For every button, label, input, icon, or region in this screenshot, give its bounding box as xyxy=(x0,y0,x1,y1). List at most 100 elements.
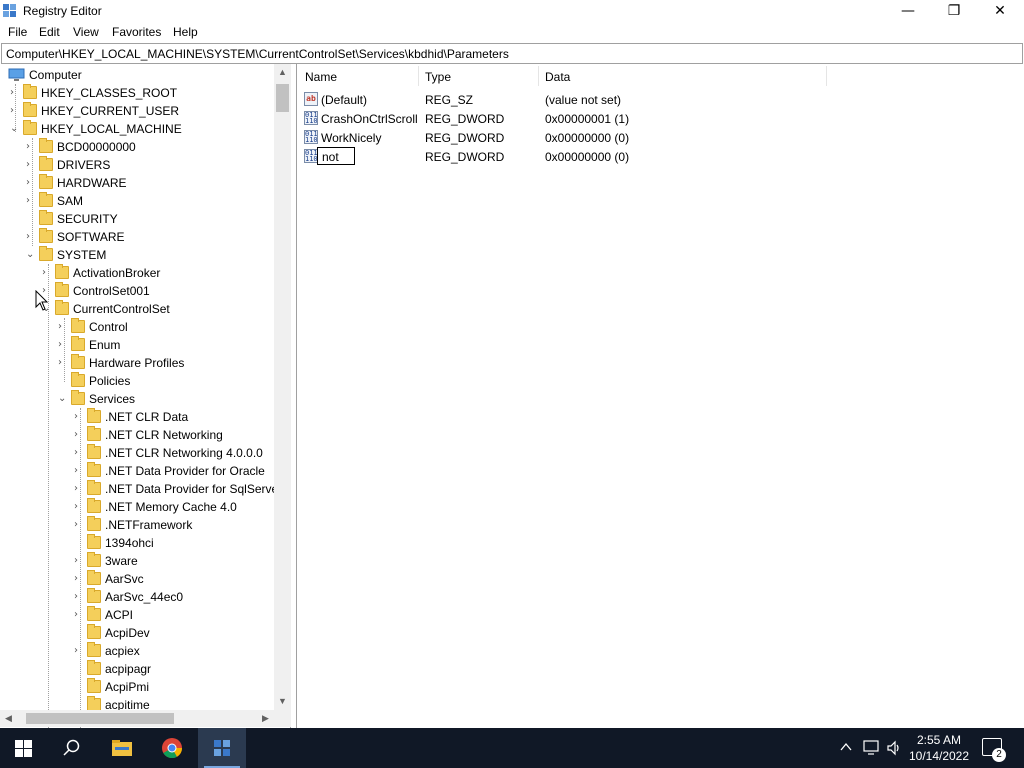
tree-item-service[interactable]: › .NET Memory Cache 4.0 xyxy=(74,498,274,516)
tree-item-service[interactable]: › .NET Data Provider for SqlServe xyxy=(74,480,278,498)
chevron-down-icon[interactable]: ⌄ xyxy=(10,123,20,135)
address-bar[interactable]: Computer\HKEY_LOCAL_MACHINE\SYSTEM\Curre… xyxy=(1,43,1023,64)
tree-item-service[interactable]: › acpiex xyxy=(74,642,274,660)
tree-item-bcd[interactable]: › BCD00000000 xyxy=(26,138,274,156)
tree-item-services[interactable]: ⌄ Services xyxy=(58,390,274,408)
column-header-data[interactable]: Data xyxy=(545,70,570,84)
tree-item-service[interactable]: › .NET Data Provider for Oracle xyxy=(74,462,274,480)
chevron-right-icon[interactable]: › xyxy=(74,609,84,621)
chevron-down-icon[interactable]: ⌄ xyxy=(58,393,68,405)
scroll-thumb[interactable] xyxy=(26,713,174,724)
tree-item-controlset001[interactable]: › ControlSet001 xyxy=(42,282,274,300)
value-row[interactable]: ab (Default) REG_SZ (value not set) xyxy=(297,90,1024,109)
scroll-down-icon[interactable]: ▼ xyxy=(274,693,291,710)
scroll-left-icon[interactable]: ◀ xyxy=(0,710,17,727)
tree-item-service[interactable]: › .NET CLR Networking xyxy=(74,426,274,444)
minimize-button[interactable]: — xyxy=(885,0,931,22)
rename-input[interactable]: not xyxy=(317,147,355,165)
value-row[interactable]: 011 110 CrashOnCtrlScroll REG_DWORD 0x000… xyxy=(297,109,1024,128)
chevron-right-icon[interactable]: › xyxy=(26,177,36,189)
chevron-right-icon[interactable]: › xyxy=(74,573,84,585)
volume-icon[interactable] xyxy=(886,740,902,756)
chevron-right-icon[interactable]: › xyxy=(58,357,68,369)
tree-item-activationbroker[interactable]: › ActivationBroker xyxy=(42,264,274,282)
tree-item-hkcr[interactable]: › HKEY_CLASSES_ROOT xyxy=(10,84,274,102)
chevron-right-icon[interactable]: › xyxy=(74,645,84,657)
menu-favorites[interactable]: Favorites xyxy=(112,25,161,39)
menu-view[interactable]: View xyxy=(73,25,99,39)
maximize-button[interactable]: ❐ xyxy=(931,0,977,22)
chevron-right-icon[interactable]: › xyxy=(26,141,36,153)
tree-item-service[interactable]: › AarSvc xyxy=(74,570,274,588)
chevron-right-icon[interactable]: › xyxy=(74,447,84,459)
chevron-right-icon[interactable]: › xyxy=(58,321,68,333)
tree-vertical-scrollbar[interactable]: ▲ ▼ xyxy=(274,64,291,710)
tree-item-computer[interactable]: Computer xyxy=(0,66,274,84)
file-explorer-taskbar-button[interactable] xyxy=(98,728,146,768)
chevron-right-icon[interactable]: › xyxy=(26,195,36,207)
chevron-right-icon[interactable]: › xyxy=(26,159,36,171)
chevron-right-icon[interactable]: › xyxy=(26,231,36,243)
tree-item-service[interactable]: › .NET CLR Data xyxy=(74,408,274,426)
chevron-right-icon[interactable]: › xyxy=(42,267,52,279)
tree-item-system[interactable]: ⌄ SYSTEM xyxy=(26,246,274,264)
chevron-right-icon[interactable]: › xyxy=(74,519,84,531)
column-divider[interactable] xyxy=(418,66,419,86)
scroll-up-icon[interactable]: ▲ xyxy=(274,64,291,81)
values-pane[interactable]: Name Type Data ab (Default) REG_SZ (valu… xyxy=(296,64,1024,728)
tree-item-service[interactable]: › ACPI xyxy=(74,606,274,624)
search-button[interactable] xyxy=(48,728,96,768)
scroll-thumb[interactable] xyxy=(276,84,289,112)
start-button[interactable] xyxy=(0,728,48,768)
chevron-up-icon[interactable] xyxy=(840,742,852,752)
column-header-type[interactable]: Type xyxy=(425,70,451,84)
menu-edit[interactable]: Edit xyxy=(39,25,60,39)
tree-item-control[interactable]: › Control xyxy=(58,318,274,336)
chevron-right-icon[interactable]: › xyxy=(74,429,84,441)
system-clock[interactable]: 2:55 AM 10/14/2022 xyxy=(908,732,970,764)
menu-help[interactable]: Help xyxy=(173,25,198,39)
tree-item-service[interactable]: AcpiPmi xyxy=(74,678,274,696)
tree-item-service[interactable]: › 3ware xyxy=(74,552,274,570)
tree-item-service[interactable]: 1394ohci xyxy=(74,534,274,552)
tree-item-service[interactable]: › .NET CLR Networking 4.0.0.0 xyxy=(74,444,274,462)
tree-item-policies[interactable]: Policies xyxy=(58,372,274,390)
chevron-right-icon[interactable]: › xyxy=(74,411,84,423)
scroll-right-icon[interactable]: ▶ xyxy=(257,710,274,727)
network-icon[interactable] xyxy=(862,740,880,756)
tree-item-drivers[interactable]: › DRIVERS xyxy=(26,156,274,174)
regedit-taskbar-button[interactable] xyxy=(198,728,246,768)
chevron-right-icon[interactable]: › xyxy=(10,87,20,99)
chevron-right-icon[interactable]: › xyxy=(74,483,84,495)
column-header-name[interactable]: Name xyxy=(305,70,337,84)
chevron-down-icon[interactable]: ⌄ xyxy=(26,249,36,261)
chevron-right-icon[interactable]: › xyxy=(74,501,84,513)
tree-item-service[interactable]: › AarSvc_44ec0 xyxy=(74,588,274,606)
chrome-taskbar-button[interactable] xyxy=(148,728,196,768)
tree-item-sam[interactable]: › SAM xyxy=(26,192,274,210)
value-row[interactable]: 011 110 not REG_DWORD 0x00000000 (0) xyxy=(297,147,1024,166)
tree-item-software[interactable]: › SOFTWARE xyxy=(26,228,274,246)
tree-item-hkcu[interactable]: › HKEY_CURRENT_USER xyxy=(10,102,274,120)
tree-pane[interactable]: Computer › HKEY_CLASSES_ROOT › HKEY_CURREN… xyxy=(0,64,291,728)
value-row[interactable]: 011 110 WorkNicely REG_DWORD 0x00000000 (… xyxy=(297,128,1024,147)
tree-item-service[interactable]: acpipagr xyxy=(74,660,274,678)
tree-item-currentcontrolset[interactable]: ⌄ CurrentControlSet xyxy=(42,300,274,318)
chevron-right-icon[interactable]: › xyxy=(74,591,84,603)
column-divider[interactable] xyxy=(538,66,539,86)
tree-item-enum[interactable]: › Enum xyxy=(58,336,274,354)
tree-item-hklm[interactable]: ⌄ HKEY_LOCAL_MACHINE xyxy=(10,120,274,138)
column-divider[interactable] xyxy=(826,66,827,86)
tree-item-service[interactable]: › .NETFramework xyxy=(74,516,274,534)
chevron-right-icon[interactable]: › xyxy=(74,465,84,477)
chevron-right-icon[interactable]: › xyxy=(10,105,20,117)
tree-item-hardware-profiles[interactable]: › Hardware Profiles xyxy=(58,354,274,372)
chevron-right-icon[interactable]: › xyxy=(74,555,84,567)
menu-file[interactable]: File xyxy=(8,25,27,39)
chevron-right-icon[interactable]: › xyxy=(58,339,68,351)
tree-item-hardware[interactable]: › HARDWARE xyxy=(26,174,274,192)
tree-item-security[interactable]: SECURITY xyxy=(26,210,274,228)
tree-item-service[interactable]: AcpiDev xyxy=(74,624,274,642)
tree-horizontal-scrollbar[interactable]: ◀ ▶ xyxy=(0,710,274,727)
close-button[interactable]: ✕ xyxy=(977,0,1023,22)
